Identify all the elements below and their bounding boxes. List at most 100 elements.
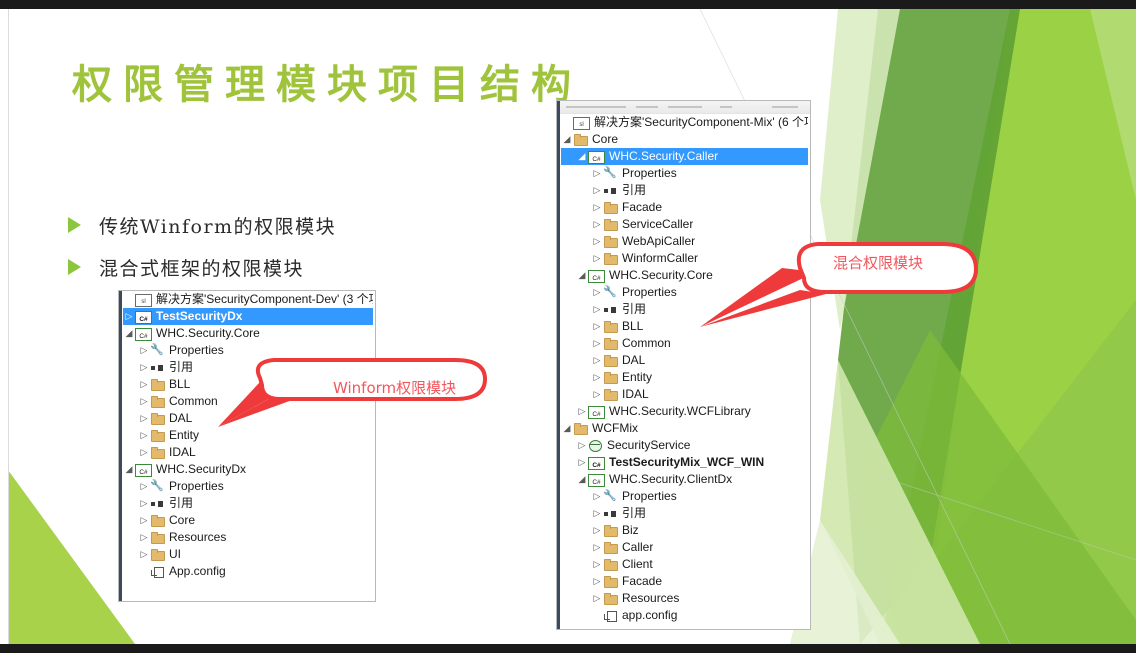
chevron-right-icon[interactable]: ▷	[591, 352, 603, 369]
explorer-toolbar[interactable]	[560, 101, 810, 114]
tree-row[interactable]: ▷ BLL	[561, 318, 808, 335]
chevron-right-icon[interactable]: ▷	[576, 403, 588, 420]
chevron-right-icon[interactable]: ▷	[591, 488, 603, 505]
chevron-right-icon[interactable]: ▷	[123, 308, 135, 325]
tree-row[interactable]: ▷ WHC.Security.WCFLibrary	[561, 403, 808, 423]
tree-row[interactable]: ◢ WHC.Security.Core	[123, 325, 373, 345]
chevron-right-icon[interactable]: ▷	[576, 454, 588, 471]
tree-row[interactable]: ▷ UI	[123, 546, 373, 563]
tree-row[interactable]: ▷ Entity	[561, 369, 808, 386]
chevron-right-icon[interactable]: ▷	[591, 216, 603, 233]
tree-row[interactable]: ▷ 引用	[561, 301, 808, 318]
chevron-right-icon[interactable]: ▷	[591, 505, 603, 522]
tree-row[interactable]: 解决方案'SecurityComponent-Mix' (6 个项目)	[561, 114, 808, 134]
tree-row[interactable]: ▷ 引用	[123, 359, 373, 376]
chevron-right-icon[interactable]: ▷	[138, 478, 150, 495]
tree-row[interactable]: ▷ WinformCaller	[561, 250, 808, 267]
tree-row[interactable]: ◢ WHC.SecurityDx	[123, 461, 373, 481]
tree-row-label: 解决方案'SecurityComponent-Mix' (6 个项目)	[594, 115, 808, 129]
tree-row[interactable]: ▷ Resources	[123, 529, 373, 546]
chevron-right-icon[interactable]: ▷	[591, 369, 603, 386]
tree-row[interactable]: ▷ ServiceCaller	[561, 216, 808, 233]
tree-row[interactable]: ◢ Core	[561, 131, 808, 148]
chevron-down-icon[interactable]: ◢	[576, 471, 588, 488]
chevron-right-icon[interactable]: ▷	[576, 437, 588, 454]
tree-row[interactable]: ▷ Caller	[561, 539, 808, 556]
chevron-down-icon[interactable]: ◢	[561, 420, 573, 437]
tree-row[interactable]: ▷ Biz	[561, 522, 808, 539]
tree-row[interactable]: ▷ Properties	[561, 488, 808, 505]
csharp-project-icon	[588, 405, 605, 423]
tree-row[interactable]: ▷ SecurityService	[561, 437, 808, 454]
chevron-right-icon[interactable]: ▷	[138, 359, 150, 376]
chevron-right-icon[interactable]: ▷	[591, 199, 603, 216]
tree-row[interactable]: app.config	[561, 607, 808, 624]
chevron-right-icon[interactable]: ▷	[138, 410, 150, 427]
folder-icon	[603, 371, 618, 384]
tree-row[interactable]: ▷ Resources	[561, 590, 808, 607]
chevron-right-icon[interactable]: ▷	[138, 529, 150, 546]
chevron-right-icon[interactable]: ▷	[591, 573, 603, 590]
tree-row[interactable]: 解决方案'SecurityComponent-Dev' (3 个项目)	[123, 291, 373, 311]
tree-row[interactable]: ▷ DAL	[561, 352, 808, 369]
tree-row[interactable]: ▷ DAL	[123, 410, 373, 427]
chevron-right-icon[interactable]: ▷	[591, 233, 603, 250]
tree-row-label: Client	[622, 557, 653, 571]
chevron-right-icon[interactable]: ▷	[591, 318, 603, 335]
solution-explorer-mix-panel[interactable]: 解决方案'SecurityComponent-Mix' (6 个项目) ◢ Core…	[556, 100, 811, 630]
tree-row-label: WHC.SecurityDx	[156, 462, 247, 476]
chevron-down-icon[interactable]: ◢	[561, 131, 573, 148]
tree-row-label: Common	[169, 394, 218, 408]
chevron-right-icon[interactable]: ▷	[138, 393, 150, 410]
tree-row[interactable]: ▷ Core	[123, 512, 373, 529]
chevron-right-icon[interactable]: ▷	[591, 335, 603, 352]
tree-row[interactable]: ▷ Properties	[123, 478, 373, 495]
tree-row[interactable]: ▷ 引用	[561, 505, 808, 522]
chevron-right-icon[interactable]: ▷	[591, 386, 603, 403]
tree-row[interactable]: ▷ Facade	[561, 573, 808, 590]
chevron-right-icon[interactable]: ▷	[138, 495, 150, 512]
chevron-right-icon[interactable]: ▷	[591, 182, 603, 199]
tree-row[interactable]: ▷ TestSecurityDx	[123, 308, 373, 328]
solution-tree-dev[interactable]: 解决方案'SecurityComponent-Dev' (3 个项目) ▷ Test…	[123, 291, 373, 580]
chevron-right-icon[interactable]: ▷	[591, 165, 603, 182]
tree-row[interactable]: ▷ WebApiCaller	[561, 233, 808, 250]
chevron-right-icon[interactable]: ▷	[138, 427, 150, 444]
tree-row[interactable]: ▷ Client	[561, 556, 808, 573]
chevron-down-icon[interactable]: ◢	[123, 461, 135, 478]
references-icon	[603, 184, 618, 197]
tree-row[interactable]: ▷ Entity	[123, 427, 373, 444]
tree-row[interactable]: ▷ IDAL	[561, 386, 808, 403]
tree-row[interactable]: ◢ WCFMix	[561, 420, 808, 437]
chevron-down-icon[interactable]: ◢	[576, 148, 588, 165]
solution-explorer-dev-panel[interactable]: 解决方案'SecurityComponent-Dev' (3 个项目) ▷ Test…	[118, 290, 376, 602]
chevron-right-icon[interactable]: ▷	[138, 444, 150, 461]
chevron-right-icon[interactable]: ▷	[138, 546, 150, 563]
chevron-right-icon[interactable]: ▷	[138, 342, 150, 359]
tree-row[interactable]: ◢ WHC.Security.ClientDx	[561, 471, 808, 491]
tree-row[interactable]: ▷ Properties	[123, 342, 373, 359]
tree-row[interactable]: ▷ IDAL	[123, 444, 373, 461]
tree-row[interactable]: ▷ TestSecurityMix_WCF_WIN	[561, 454, 808, 474]
tree-row[interactable]: ▷ Properties	[561, 284, 808, 301]
tree-row[interactable]: ▷ Facade	[561, 199, 808, 216]
chevron-right-icon[interactable]: ▷	[591, 556, 603, 573]
chevron-right-icon[interactable]: ▷	[591, 539, 603, 556]
chevron-right-icon[interactable]: ▷	[591, 250, 603, 267]
tree-row[interactable]: ▷ 引用	[561, 182, 808, 199]
tree-row[interactable]: ▷ Common	[561, 335, 808, 352]
tree-row[interactable]: ▷ Properties	[561, 165, 808, 182]
tree-row[interactable]: ◢ WHC.Security.Caller	[561, 148, 808, 168]
tree-row[interactable]: App.config	[123, 563, 373, 580]
tree-row[interactable]: ▷ 引用	[123, 495, 373, 512]
chevron-right-icon[interactable]: ▷	[138, 376, 150, 393]
chevron-right-icon[interactable]: ▷	[591, 522, 603, 539]
solution-tree-mix[interactable]: 解决方案'SecurityComponent-Mix' (6 个项目) ◢ Core…	[561, 114, 808, 624]
chevron-right-icon[interactable]: ▷	[138, 512, 150, 529]
chevron-down-icon[interactable]: ◢	[576, 267, 588, 284]
chevron-right-icon[interactable]: ▷	[591, 301, 603, 318]
tree-row[interactable]: ◢ WHC.Security.Core	[561, 267, 808, 287]
chevron-right-icon[interactable]: ▷	[591, 590, 603, 607]
chevron-right-icon[interactable]: ▷	[591, 284, 603, 301]
chevron-down-icon[interactable]: ◢	[123, 325, 135, 342]
